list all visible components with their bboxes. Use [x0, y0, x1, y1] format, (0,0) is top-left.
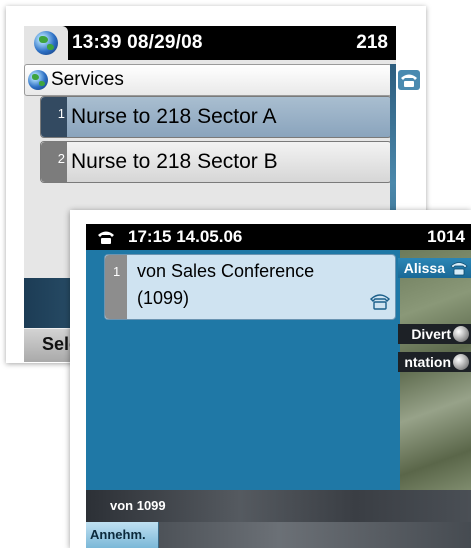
phone-line-icon: [449, 259, 469, 277]
globe-icon: [34, 31, 58, 55]
globe-icon: [28, 70, 48, 90]
services-title: Services: [51, 69, 124, 90]
header-bar: 13:39 08/29/08 218: [24, 26, 396, 60]
item-index: 2: [41, 142, 67, 182]
services-tab[interactable]: [24, 26, 68, 60]
service-item-2[interactable]: 2 Nurse to 218 Sector B: [40, 141, 392, 183]
phone-screen-2: 17:15 14.05.06 1014 Alissa Divert ntatio…: [70, 210, 471, 548]
line-button-alissa[interactable]: Alissa: [398, 258, 471, 278]
header-bar: 17:15 14.05.06 1014: [86, 224, 471, 250]
globe-icon: [453, 326, 469, 342]
caller-number: (1099): [137, 288, 190, 308]
service-item-label: Nurse to 218 Sector A: [71, 105, 277, 128]
service-item-label: Nurse to 218 Sector B: [71, 150, 278, 173]
item-index: 1: [41, 97, 67, 137]
call-index: 1: [105, 255, 127, 319]
status-text: von 1099: [110, 498, 166, 513]
call-status-bar: von 1099: [86, 490, 471, 522]
ringing-phone-icon: [369, 291, 391, 311]
header-datetime: 13:39 08/29/08: [72, 32, 203, 53]
caller-name: von Sales Conference: [137, 261, 315, 281]
phone-line-icon[interactable]: [398, 70, 420, 90]
incoming-call-card[interactable]: 1 von Sales Conference (1099): [104, 254, 396, 320]
header-extension: 1014: [427, 227, 465, 246]
services-title-bar: Services: [24, 64, 392, 96]
phone-icon: [96, 228, 116, 246]
globe-icon: [453, 354, 469, 370]
header-datetime: 17:15 14.05.06: [128, 227, 243, 246]
divert-button[interactable]: Divert: [398, 324, 471, 344]
answer-softkey[interactable]: Annehm.: [86, 522, 159, 548]
service-item-1[interactable]: 1 Nurse to 218 Sector A: [40, 96, 392, 138]
header-extension: 218: [356, 32, 388, 53]
presentation-button[interactable]: ntation: [398, 352, 471, 372]
screen-2-display: 17:15 14.05.06 1014 Alissa Divert ntatio…: [86, 224, 471, 548]
